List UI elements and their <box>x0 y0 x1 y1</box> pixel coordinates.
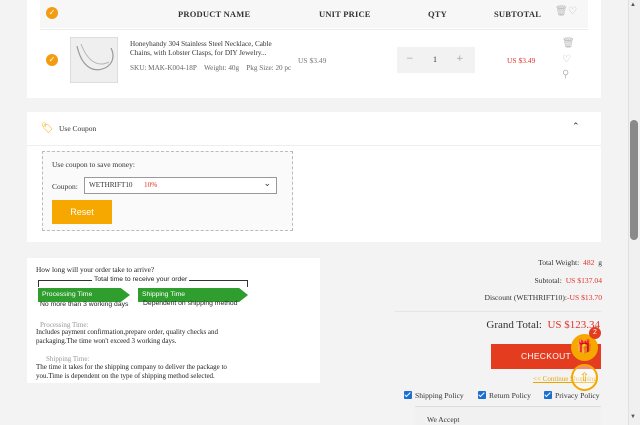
product-meta: SKU: MAK-K004-18P Weight: 40g Pkg Size: … <box>130 64 292 73</box>
processing-time-arrow: Processing Time <box>38 288 130 302</box>
wishlist-all-icon[interactable]: ♡ <box>568 6 577 17</box>
grand-total-label: Grand Total: <box>486 319 542 331</box>
coupon-save-label: Use coupon to save money: <box>52 160 135 169</box>
subtotal-value: US $137.04 <box>565 276 602 285</box>
grand-total: Grand Total: US $123.34 <box>486 319 600 331</box>
product-weight: Weight: 40g <box>203 64 240 72</box>
total-weight-value: 482 <box>583 258 595 267</box>
privacy-policy-label[interactable]: Privacy Policy <box>555 391 600 400</box>
discount-row: Discount (WETHRIFT10):-US $13.70 <box>485 293 603 302</box>
shipping-policy-label[interactable]: Shipping Policy <box>415 391 464 400</box>
chevron-up-icon[interactable]: ⌃ <box>572 122 580 132</box>
privacy-policy-checkbox[interactable]: Privacy Policy <box>544 391 600 400</box>
we-accept-label: We Accept <box>427 415 460 424</box>
product-pkg-size: Pkg Size: 20 pc <box>246 64 292 72</box>
subtotal-row: Subtotal: US $137.04 <box>534 276 602 285</box>
chevron-down-icon: ⌄ <box>263 179 271 189</box>
total-weight: Total Weight: 482 g <box>538 258 602 267</box>
shipping-sub: Dependent on shipping method <box>143 300 238 307</box>
processing-text: Includes payment confirmation,prepare or… <box>36 328 219 345</box>
we-accept-panel: We Accept <box>415 406 601 425</box>
coupon-title: Use Coupon <box>59 124 97 133</box>
coupon-icon: 🏷 <box>41 123 54 134</box>
select-all-checkbox[interactable]: ✓ <box>46 7 58 19</box>
delete-all-icon[interactable]: 🗑 <box>555 6 568 17</box>
checkbox-icon <box>404 391 412 399</box>
divider <box>395 311 601 312</box>
unit-price: US $3.49 <box>298 56 327 65</box>
qty-decrease-button[interactable]: − <box>406 54 414 64</box>
checkbox-icon <box>478 391 486 399</box>
gift-badge: 2 <box>589 327 601 339</box>
reset-button[interactable]: Reset <box>52 200 112 224</box>
product-name-link[interactable]: Honeyhandy 304 Stainless Steel Necklace,… <box>130 40 290 58</box>
return-policy-label[interactable]: Return Policy <box>489 391 531 400</box>
scroll-up-arrow-icon[interactable]: ▲ <box>630 2 636 8</box>
checkbox-icon <box>544 391 552 399</box>
coupon-select[interactable]: WETHRIFT10 10% ⌄ <box>84 177 277 194</box>
coupon-label: Coupon: <box>52 182 78 191</box>
total-weight-unit: g <box>598 258 602 267</box>
coupon-percent: 10% <box>144 181 158 189</box>
necklace-image <box>71 38 117 82</box>
total-weight-label: Total Weight: <box>538 258 580 267</box>
back-to-top-icon[interactable]: ⇧ <box>571 364 598 391</box>
shipping-question: How long will your order take to arrive? <box>36 265 155 274</box>
scroll-down-arrow-icon[interactable]: ▼ <box>630 414 636 420</box>
cart-table-header: PRODUCT NAME UNIT PRICE QTY SUBTOTAL <box>40 0 588 28</box>
item-subtotal: US $3.49 <box>507 56 536 65</box>
qty-value[interactable]: 1 <box>433 55 437 64</box>
total-time-label: Total time to receive your order <box>92 276 190 283</box>
divider <box>40 29 588 30</box>
product-thumbnail[interactable] <box>70 37 118 83</box>
search-similar-icon[interactable]: ⚲ <box>562 69 569 80</box>
header-product-name: PRODUCT NAME <box>178 9 251 19</box>
shipping-policy-checkbox[interactable]: Shipping Policy <box>404 391 464 400</box>
header-subtotal: SUBTOTAL <box>494 9 542 19</box>
subtotal-label: Subtotal: <box>534 276 562 285</box>
discount-value: -US $13.70 <box>566 293 602 302</box>
shipping-heading: Shipping Time: <box>46 355 90 363</box>
qty-increase-button[interactable]: + <box>456 54 464 64</box>
scrollbar-thumb[interactable] <box>630 120 638 240</box>
return-policy-checkbox[interactable]: Return Policy <box>478 391 531 400</box>
product-sku: SKU: MAK-K004-18P <box>130 64 197 72</box>
header-unit-price: UNIT PRICE <box>319 9 371 19</box>
discount-label: Discount (WETHRIFT10): <box>484 293 567 302</box>
item-checkbox[interactable]: ✓ <box>46 54 58 66</box>
coupon-header[interactable] <box>27 112 601 146</box>
header-qty: QTY <box>428 9 448 19</box>
processing-sub: No more than 3 working days <box>40 301 129 308</box>
wishlist-icon[interactable]: ♡ <box>562 54 571 65</box>
delete-icon[interactable]: 🗑 <box>562 38 575 49</box>
shipping-text: The time it takes for the shipping compa… <box>36 363 227 380</box>
quantity-stepper: − 1 + <box>397 47 475 73</box>
coupon-code: WETHRIFT10 <box>89 181 133 189</box>
